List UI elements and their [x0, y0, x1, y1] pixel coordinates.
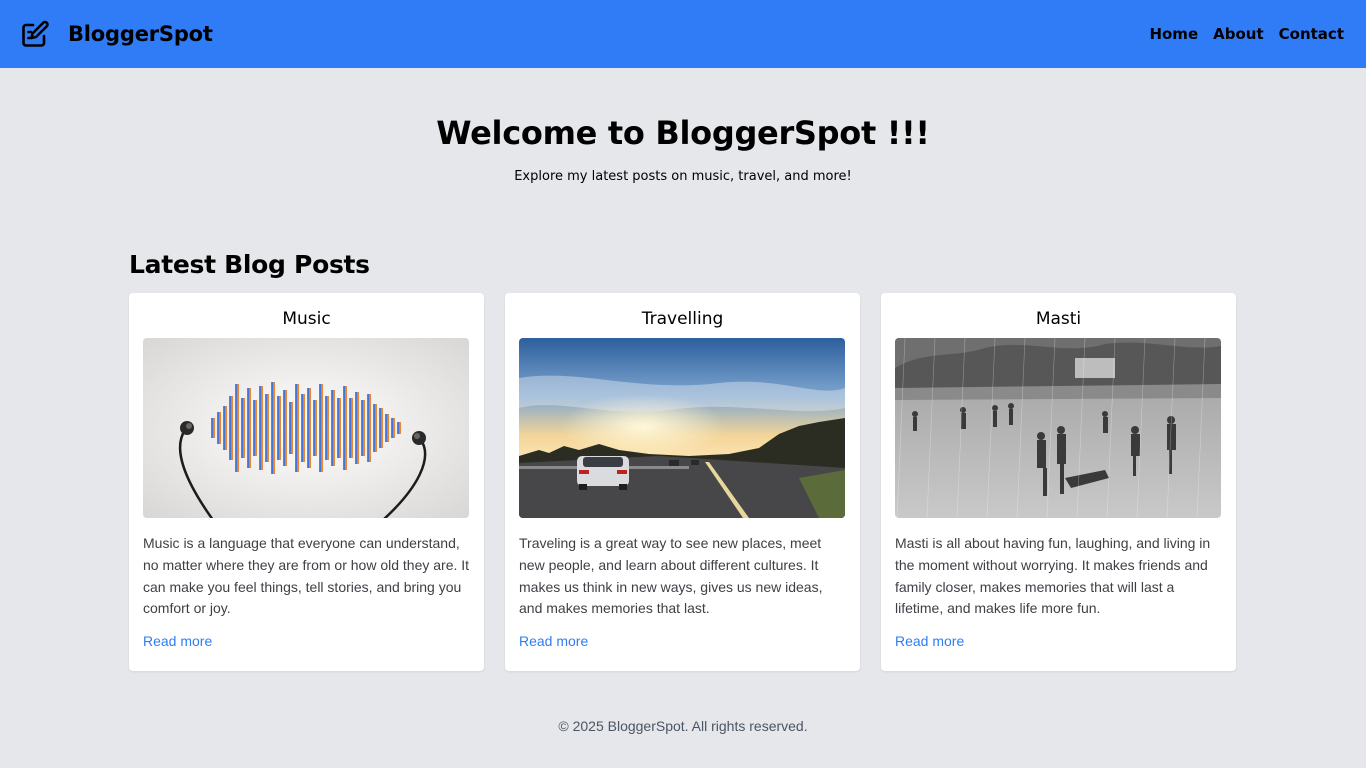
post-card-music: Music Music is a language that everyone … [129, 293, 484, 671]
brand[interactable]: BloggerSpot [20, 19, 213, 49]
music-equalizer-earphones-image [143, 338, 469, 518]
post-excerpt: Traveling is a great way to see new plac… [519, 535, 823, 617]
copyright-text: © 2025 BloggerSpot. All rights reserved. [558, 718, 808, 734]
brand-name: BloggerSpot [68, 22, 213, 46]
posts-heading: Latest Blog Posts [129, 250, 370, 279]
main-nav: Home About Contact [1149, 25, 1344, 43]
post-title: Travelling [641, 309, 724, 329]
site-header: BloggerSpot Home About Contact [0, 0, 1366, 68]
site-footer: © 2025 BloggerSpot. All rights reserved. [0, 718, 1366, 734]
nav-about-link[interactable]: About [1213, 25, 1264, 43]
hero-title: Welcome to BloggerSpot !!! [436, 114, 930, 152]
kids-playing-in-rain-image [895, 338, 1221, 518]
post-title: Masti [1035, 309, 1082, 329]
post-excerpt: Music is a language that everyone can un… [143, 535, 470, 617]
nav-contact-link[interactable]: Contact [1279, 25, 1344, 43]
post-card-travelling: Travelling Traveling is a great way to s… [505, 293, 860, 671]
hero-section: Welcome to BloggerSpot !!! Explore my la… [0, 68, 1366, 184]
hero-subtitle: Explore my latest posts on music, travel… [514, 169, 852, 184]
nav-home-link[interactable]: Home [1149, 25, 1198, 43]
car-on-highway-sunset-image [519, 338, 845, 518]
post-title: Music [282, 309, 331, 329]
post-card-masti: Masti Masti is all about having fun, lau… [881, 293, 1236, 671]
post-excerpt: Masti is all about having fun, laughing,… [895, 535, 1211, 617]
posts-section: Latest Blog Posts Music Music is a langu… [129, 250, 1237, 671]
post-card-list: Music Music is a language that everyone … [129, 293, 1237, 671]
read-more-link[interactable]: Read more [143, 633, 212, 649]
edit-icon [20, 19, 50, 49]
read-more-link[interactable]: Read more [519, 633, 588, 649]
read-more-link[interactable]: Read more [895, 633, 964, 649]
